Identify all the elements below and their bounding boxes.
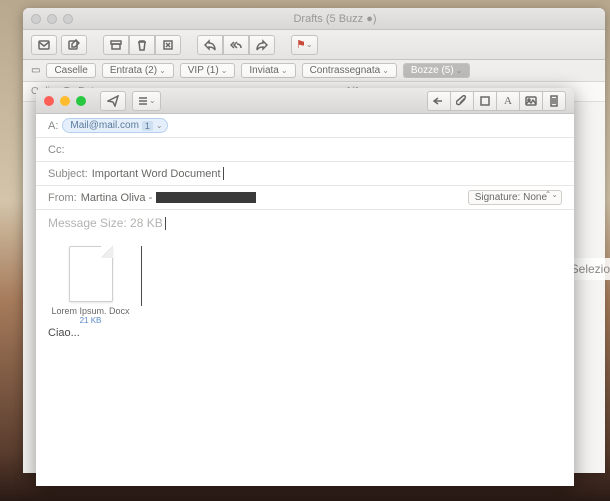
cc-label: Cc: [48,144,65,156]
signature-select[interactable]: Signature: None [468,190,562,205]
font-a-icon: A [504,95,512,107]
compose-button[interactable] [61,35,87,55]
chevron-down-icon: ⌄ [221,66,228,75]
close-button-dim[interactable] [31,14,41,24]
text-cursor [165,217,166,230]
attachment-name: Lorem Ipsum. Docx [48,306,133,316]
to-row[interactable]: A: Mail@mail.com 1 ⌄ [36,114,574,138]
compose-traffic-lights [44,96,86,106]
from-label: From: [48,192,77,204]
main-traffic-lights [31,14,73,24]
document-icon [548,95,560,107]
zoom-button-dim[interactable] [63,14,73,24]
text-cursor [223,167,224,180]
sidebar-toggle-icon[interactable]: ▭ [31,65,40,76]
forward-icon [256,39,268,51]
main-toolbar: ⚑ ⌄ [23,30,605,60]
get-mail-button[interactable] [31,35,57,55]
tab-inviata[interactable]: Inviata ⌄ [241,63,295,78]
tab-vip[interactable]: VIP (1) ⌄ [180,63,236,78]
close-button[interactable] [44,96,54,106]
favorites-bar: ▭ Caselle Entrata (2) ⌄ VIP (1) ⌄ Inviat… [23,60,605,82]
body-text[interactable]: Ciao... [48,327,80,339]
envelope-icon [38,39,50,51]
forward-button[interactable] [249,35,275,55]
chevron-down-icon: ⌄ [306,40,313,49]
archive-icon [110,39,122,51]
zoom-button[interactable] [76,96,86,106]
paper-plane-icon [107,95,119,107]
main-titlebar: Drafts (5 Buzz ●) [23,8,605,30]
compose-window: ⌄ A A: Mail@mail.com 1 ⌄ Cc: Subject: Im… [36,88,574,486]
photo-button[interactable] [519,91,543,111]
subject-label: Subject: [48,168,88,180]
reply-all-button[interactable] [223,35,249,55]
to-recipient-token[interactable]: Mail@mail.com 1 ⌄ [62,118,167,133]
chevron-down-icon: ⌄ [456,66,463,75]
font-button[interactable]: A [496,91,520,111]
header-fields-button[interactable]: ⌄ [132,91,161,111]
tab-bozze[interactable]: Bozze (5) ⌄ [403,63,471,78]
flag-icon: ⚑ [296,38,306,51]
compose-icon [68,39,80,51]
reply-type-button[interactable] [427,91,451,111]
reply-button[interactable] [197,35,223,55]
chevron-down-icon: ⌄ [149,96,156,105]
message-size-value: 28 KB [130,216,163,230]
list-icon [137,95,149,107]
tab-contrassegnata[interactable]: Contrassegnata ⌄ [302,63,397,78]
chevron-down-icon: ⌄ [281,66,288,75]
markup-button[interactable] [542,91,566,111]
attachment[interactable]: Lorem Ipsum. Docx 21 KB [48,246,133,325]
send-button[interactable] [100,91,126,111]
attachment-size: 21 KB [48,316,133,325]
compose-titlebar: ⌄ A [36,88,574,114]
word-document-icon [69,246,113,302]
subject-value[interactable]: Important Word Document [92,168,221,180]
paperclip-icon [456,95,468,107]
chevron-down-icon[interactable]: ⌄ [156,121,163,130]
photo-icon [525,95,537,107]
message-body[interactable]: Lorem Ipsum. Docx 21 KB Ciao... [36,236,574,349]
minimize-button-dim[interactable] [47,14,57,24]
to-recipient-text: Mail@mail.com [70,120,139,131]
reply-arrow-icon [433,95,445,107]
cc-row[interactable]: Cc: [36,138,574,162]
format-button[interactable] [473,91,497,111]
junk-icon [162,39,174,51]
archive-button[interactable] [103,35,129,55]
format-icon [479,95,491,107]
message-size-label: Message Size: [48,216,127,230]
tab-caselle[interactable]: Caselle [46,63,95,78]
reply-icon [204,39,216,51]
reply-all-icon [230,39,242,51]
tab-entrata[interactable]: Entrata (2) ⌄ [102,63,174,78]
from-name: Martina Oliva - [81,192,153,204]
subject-row[interactable]: Subject: Important Word Document [36,162,574,186]
chevron-down-icon: ⌄ [159,66,166,75]
attach-button[interactable] [450,91,474,111]
signature-label: Signature: [475,192,521,203]
delete-button[interactable] [129,35,155,55]
trash-icon [136,39,148,51]
flag-button[interactable]: ⚑ ⌄ [291,35,318,55]
to-label: A: [48,120,58,132]
main-window-title: Drafts (5 Buzz ●) [73,13,597,25]
junk-button[interactable] [155,35,181,55]
message-size-row: Message Size: 28 KB [36,210,574,236]
from-email-redacted [156,192,256,203]
body-cursor [141,246,142,306]
to-count-badge: 1 [142,121,153,131]
chevron-down-icon: ⌄ [382,66,389,75]
minimize-button[interactable] [60,96,70,106]
signature-value: None [523,192,547,203]
from-row: From: Martina Oliva - Signature: None [36,186,574,210]
